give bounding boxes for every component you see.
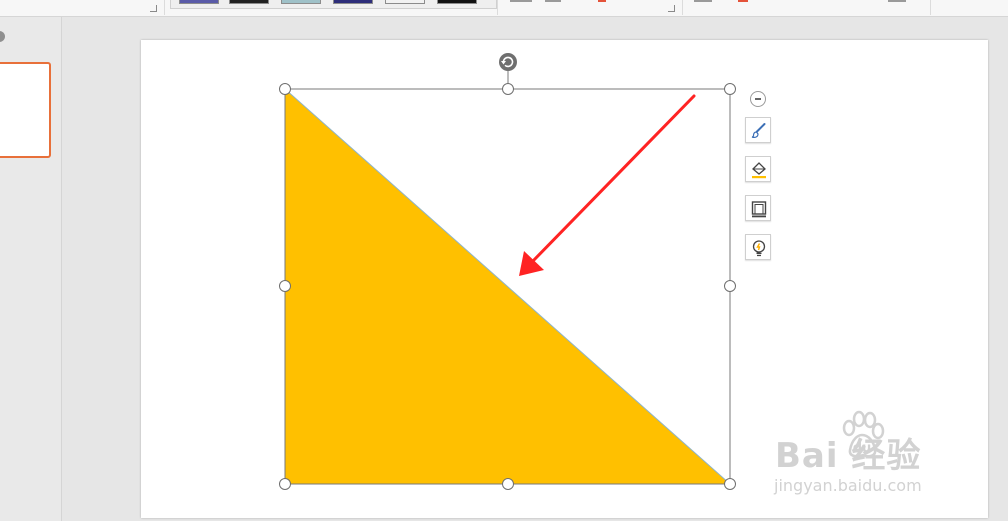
resize-handle-bottom-left[interactable]	[279, 478, 291, 490]
shape-style-button[interactable]	[745, 117, 771, 143]
resize-handle-top-left[interactable]	[279, 83, 291, 95]
lightbulb-icon	[752, 240, 766, 257]
fill-bucket-icon	[752, 162, 766, 179]
watermark-logo-text: Bai 经验	[775, 436, 922, 476]
brush-icon	[751, 123, 766, 138]
red-annotation-arrow	[519, 94, 696, 276]
resize-handle-right[interactable]	[724, 280, 736, 292]
rotate-handle-icon[interactable]	[499, 53, 517, 71]
resize-handle-bottom[interactable]	[502, 478, 514, 490]
resize-handle-left[interactable]	[279, 280, 291, 292]
baidu-jingyan-watermark: du Bai 经验 jingyan.baidu.com	[772, 410, 972, 505]
shape-outline-button[interactable]	[745, 195, 771, 221]
watermark-url: jingyan.baidu.com	[774, 476, 922, 495]
right-triangle-shape[interactable]	[284, 87, 732, 485]
frame-outline-icon	[751, 201, 767, 218]
resize-handle-top[interactable]	[502, 83, 514, 95]
resize-handle-top-right[interactable]	[724, 83, 736, 95]
minus-circle-icon[interactable]	[750, 91, 766, 107]
shape-fill-button[interactable]	[745, 156, 771, 182]
smart-suggestion-button[interactable]	[745, 234, 771, 260]
resize-handle-bottom-right[interactable]	[724, 478, 736, 490]
